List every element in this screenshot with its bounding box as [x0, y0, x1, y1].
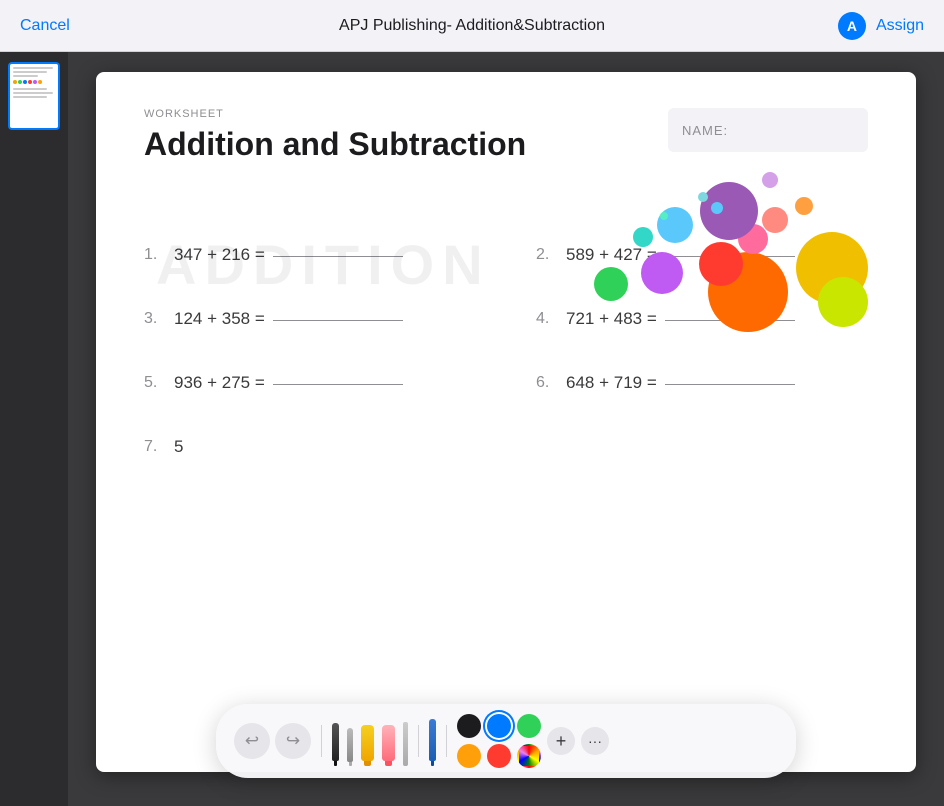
- name-label: NAME:: [682, 123, 728, 138]
- page-thumbnail[interactable]: [8, 62, 60, 130]
- drawing-tools-section: [332, 716, 408, 766]
- more-options-button[interactable]: ···: [581, 727, 609, 755]
- undo-icon: [245, 731, 259, 751]
- color-orange[interactable]: [457, 744, 481, 768]
- answer-line-5[interactable]: [273, 381, 403, 385]
- color-wheel[interactable]: [517, 744, 541, 768]
- top-right-actions: A Assign: [838, 12, 924, 40]
- cancel-button[interactable]: Cancel: [20, 17, 70, 35]
- answer-line-3[interactable]: [273, 317, 403, 321]
- color-red[interactable]: [487, 744, 511, 768]
- pencil-tool[interactable]: [347, 728, 353, 762]
- assign-button[interactable]: Assign: [876, 17, 924, 35]
- problem-7: 7. 5: [144, 415, 506, 479]
- document-title: APJ Publishing- Addition&Subtraction: [339, 17, 605, 35]
- undo-button[interactable]: [234, 723, 270, 759]
- redo-icon: [286, 731, 300, 751]
- document-area: WORKSHEET Addition and Subtraction NAME:…: [68, 52, 944, 806]
- color-swatches: [457, 714, 541, 768]
- divider-3: [446, 725, 447, 757]
- answer-line-6[interactable]: [665, 381, 795, 385]
- avatar: A: [838, 12, 866, 40]
- color-black[interactable]: [457, 714, 481, 738]
- bubbles-decoration: [588, 152, 868, 372]
- problem-1: 1. 347 + 216 =: [144, 223, 506, 287]
- answer-line-1[interactable]: [273, 253, 403, 257]
- problem-3: 3. 124 + 358 =: [144, 287, 506, 351]
- drawing-toolbar: + ···: [216, 704, 796, 778]
- redo-button[interactable]: [275, 723, 311, 759]
- worksheet-page: WORKSHEET Addition and Subtraction NAME:…: [96, 72, 916, 772]
- add-color-button[interactable]: +: [547, 727, 575, 755]
- main-content: WORKSHEET Addition and Subtraction NAME:…: [0, 52, 944, 806]
- divider-2: [418, 725, 419, 757]
- color-blue[interactable]: [487, 714, 511, 738]
- pen-tool-black[interactable]: [332, 723, 339, 761]
- pen-tool-blue[interactable]: [429, 719, 436, 761]
- divider-1: [321, 725, 322, 757]
- marker-yellow-tool[interactable]: [361, 725, 374, 761]
- name-box: NAME:: [668, 108, 868, 152]
- sidebar: [0, 52, 68, 806]
- undo-redo-section: [234, 723, 311, 759]
- top-bar: Cancel APJ Publishing- Addition&Subtract…: [0, 0, 944, 52]
- problem-5: 5. 936 + 275 =: [144, 351, 506, 415]
- marker-pink-tool[interactable]: [382, 725, 395, 761]
- ruler-tool[interactable]: [403, 722, 408, 766]
- color-green[interactable]: [517, 714, 541, 738]
